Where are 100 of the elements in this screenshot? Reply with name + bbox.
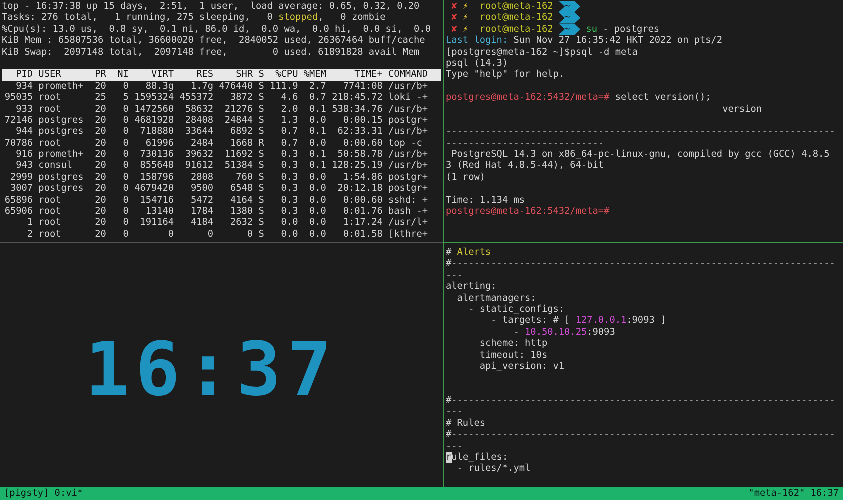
table-cell-text: 20 bbox=[94, 114, 106, 126]
table-cell-text: 191164 bbox=[139, 217, 174, 229]
table-cell-text: 0.0 bbox=[308, 138, 326, 150]
table-cell-text: 760 bbox=[235, 172, 254, 184]
prompt-user: root@meta-162 bbox=[480, 1, 554, 12]
table-cell-text: 61996 bbox=[144, 138, 174, 150]
lightning-mark: ⚡ bbox=[462, 12, 469, 24]
table-cell: 476440 bbox=[219, 80, 254, 92]
table-cell-text: 1668 bbox=[230, 138, 254, 150]
clock-time: 16:37 bbox=[85, 333, 338, 407]
table-cell-text: 0 bbox=[246, 228, 254, 240]
table-cell-text: 0.0 bbox=[308, 206, 326, 218]
table-cell-text: 1 bbox=[26, 217, 34, 229]
table-cell-text: 1:17.24 bbox=[342, 217, 383, 229]
command-text: su - postgres bbox=[586, 24, 660, 36]
terminal-line: Time: 1.134 ms bbox=[446, 194, 526, 206]
table-cell-text: 2632 bbox=[230, 217, 254, 229]
table-cell-text: 0.0 bbox=[308, 183, 326, 195]
terminal-line: postgres@meta-162:5432/meta=# select version(); bbox=[446, 92, 712, 104]
table-cell-text: 943 bbox=[15, 160, 34, 172]
table-cell-text: 944 bbox=[15, 126, 34, 138]
table-cell-text: 0:00.60 bbox=[342, 194, 383, 206]
text-cursor: r bbox=[446, 452, 452, 464]
table-cell-text: root bbox=[38, 206, 62, 218]
column-header: COMMAND bbox=[388, 69, 428, 81]
table-cell-text: 0:01.76 bbox=[342, 206, 383, 218]
table-cell-text: 730136 bbox=[139, 149, 174, 160]
table-cell-text: root bbox=[38, 228, 62, 240]
code-line: --- bbox=[446, 440, 464, 452]
table-cell: S bbox=[258, 217, 264, 229]
table-cell-text: root bbox=[38, 217, 62, 229]
error-mark: ✘ bbox=[452, 24, 458, 36]
table-cell: S bbox=[258, 183, 264, 195]
column-header: %CPU bbox=[274, 69, 298, 81]
prompt-path-segment: ~ bbox=[558, 1, 581, 12]
table-cell-text: 2.7 bbox=[308, 80, 326, 92]
table-cell-text: 91612 bbox=[184, 160, 214, 172]
summary-line: Tasks: 276 total, 1 running, 275 sleeping, 0 stopped, 0 zombie bbox=[2, 12, 387, 24]
table-cell-text: 20 bbox=[94, 149, 106, 160]
column-header: VIRT bbox=[150, 69, 174, 81]
summary-line: KiB Swap: 2097148 total, 2097148 free, 0 used. 61891828 avail Mem bbox=[2, 46, 421, 58]
table-cell-text: 0.1 bbox=[308, 149, 326, 160]
table-cell: 218:45.72 bbox=[332, 92, 383, 104]
table-cell-text: 4164 bbox=[230, 194, 254, 206]
table-cell-text: 0:00.15 bbox=[342, 114, 383, 126]
code-line: alertmanagers: bbox=[456, 292, 538, 304]
table-cell-text: 25 bbox=[94, 92, 106, 104]
table-cell: /usr/b+ bbox=[388, 160, 428, 172]
table-cell-text: 20 bbox=[94, 217, 106, 229]
terminal-line: ---------------------------- bbox=[446, 138, 606, 150]
table-cell: S bbox=[258, 80, 264, 92]
terminal-line: PostgreSQL 14.3 on x86_64-pc-linux-gnu, compiled by gcc (GCC) 4.8.5 bbox=[450, 149, 831, 160]
table-cell: /usr/b+ bbox=[388, 80, 428, 92]
terminal-line: 3 (Red Hat 4.8.5-44), 64-bit bbox=[446, 160, 606, 172]
table-cell-text: 0 bbox=[122, 206, 129, 218]
lightning-mark: ⚡ bbox=[462, 24, 469, 36]
table-cell-text: 0.7 bbox=[280, 126, 298, 138]
table-cell-text: 0.3 bbox=[280, 149, 298, 160]
table-cell-text: 5 bbox=[122, 92, 129, 104]
table-cell-text: 1.3 bbox=[280, 114, 298, 126]
code-line: - 10.50.10.25:9093 bbox=[512, 326, 616, 338]
table-cell-text: 154716 bbox=[139, 194, 174, 206]
column-header: PID bbox=[15, 69, 34, 81]
table-cell-text: 1784 bbox=[190, 206, 214, 218]
table-cell-text: 2999 bbox=[9, 172, 34, 184]
table-cell-text: 51384 bbox=[224, 160, 254, 172]
table-cell-text: 0.3 bbox=[280, 172, 298, 184]
table-cell-text: 2484 bbox=[190, 138, 214, 150]
table-cell-text: 0 bbox=[122, 114, 129, 126]
table-cell-text: 0.3 bbox=[280, 194, 298, 206]
table-cell: [kthre+ bbox=[388, 228, 428, 240]
table-cell-text: 0 bbox=[122, 160, 129, 172]
table-cell: S bbox=[258, 172, 264, 184]
table-cell-text: 20 bbox=[94, 104, 106, 115]
table-cell: postgr+ bbox=[388, 183, 428, 195]
table-cell-text: 0 bbox=[206, 228, 214, 240]
table-cell: S bbox=[258, 126, 264, 138]
table-cell-text: 0.0 bbox=[280, 228, 298, 240]
error-mark: ✘ bbox=[452, 1, 458, 12]
table-cell: S bbox=[258, 114, 264, 126]
column-header: TIME+ bbox=[354, 69, 383, 81]
table-cell-text: 1.7g bbox=[190, 80, 214, 92]
table-cell: S bbox=[258, 206, 264, 218]
table-cell-text: 0 bbox=[122, 126, 129, 138]
terminal-line: [postgres@meta-162 ~]$psql -d meta bbox=[446, 46, 639, 58]
code-line: - rules/*.yml bbox=[456, 463, 532, 475]
table-cell: postgr+ bbox=[388, 114, 428, 126]
table-cell-text: 21276 bbox=[224, 104, 254, 115]
terminal-line: Type "help" for help. bbox=[446, 69, 566, 81]
table-cell: 538:34.76 bbox=[332, 104, 383, 115]
table-cell-text: 33644 bbox=[184, 126, 214, 138]
table-cell: sshd: + bbox=[388, 194, 428, 206]
table-cell: 4679420 bbox=[134, 183, 174, 195]
table-cell-text: 62:33.31 bbox=[336, 126, 383, 138]
table-cell-text: 0.0 bbox=[308, 114, 326, 126]
table-cell: S bbox=[258, 160, 264, 172]
table-cell: 111.9 bbox=[270, 80, 298, 92]
table-cell-text: 20 bbox=[94, 126, 106, 138]
summary-line: %Cpu(s): 13.0 us, 0.8 sy, 0.1 ni, 86.0 id, 0.0 wa, 0.0 hi, 0.0 si, 0.0 bbox=[2, 24, 432, 36]
table-cell-text: 0 bbox=[122, 194, 129, 206]
